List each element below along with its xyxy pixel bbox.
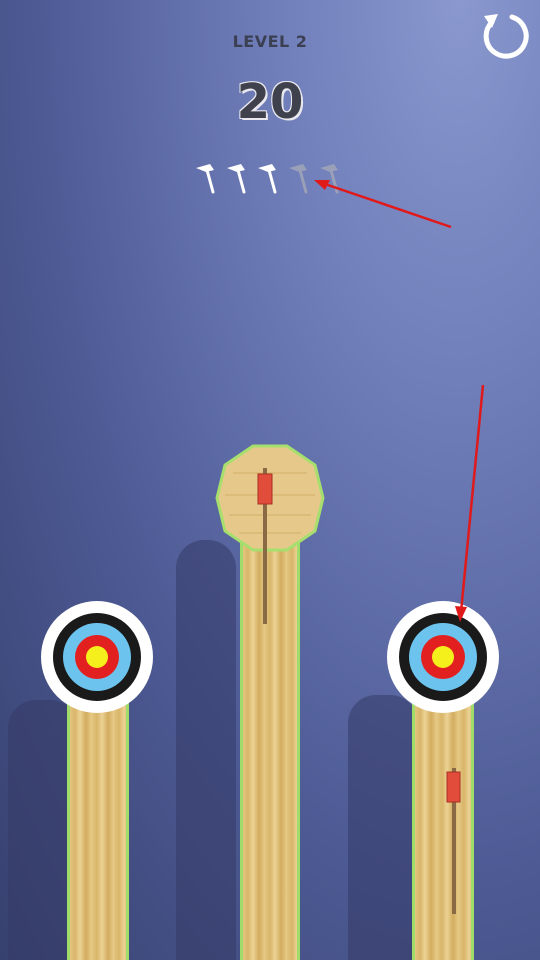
level-label: LEVEL 2: [232, 32, 308, 51]
axe-icon-used: [289, 164, 308, 194]
axe-icon: [227, 164, 246, 194]
restart-icon[interactable]: [476, 8, 532, 64]
axe-icon: [258, 164, 277, 194]
stuck-axe-right: [446, 768, 461, 914]
left-pillar: [67, 700, 129, 960]
pillar-shadow-right: [348, 695, 418, 960]
right-bullseye-target[interactable]: [386, 600, 500, 714]
remaining-axes-indicator: [192, 160, 352, 196]
score-counter: 20: [236, 74, 304, 130]
right-pillar: [412, 700, 474, 960]
game-stage[interactable]: LEVEL 2 20: [0, 0, 540, 960]
axe-icon-used: [320, 164, 339, 194]
left-bullseye-target[interactable]: [40, 600, 154, 714]
axe-icon: [196, 164, 215, 194]
pillar-shadow-center: [176, 540, 236, 960]
stuck-axe-center: [257, 468, 273, 624]
